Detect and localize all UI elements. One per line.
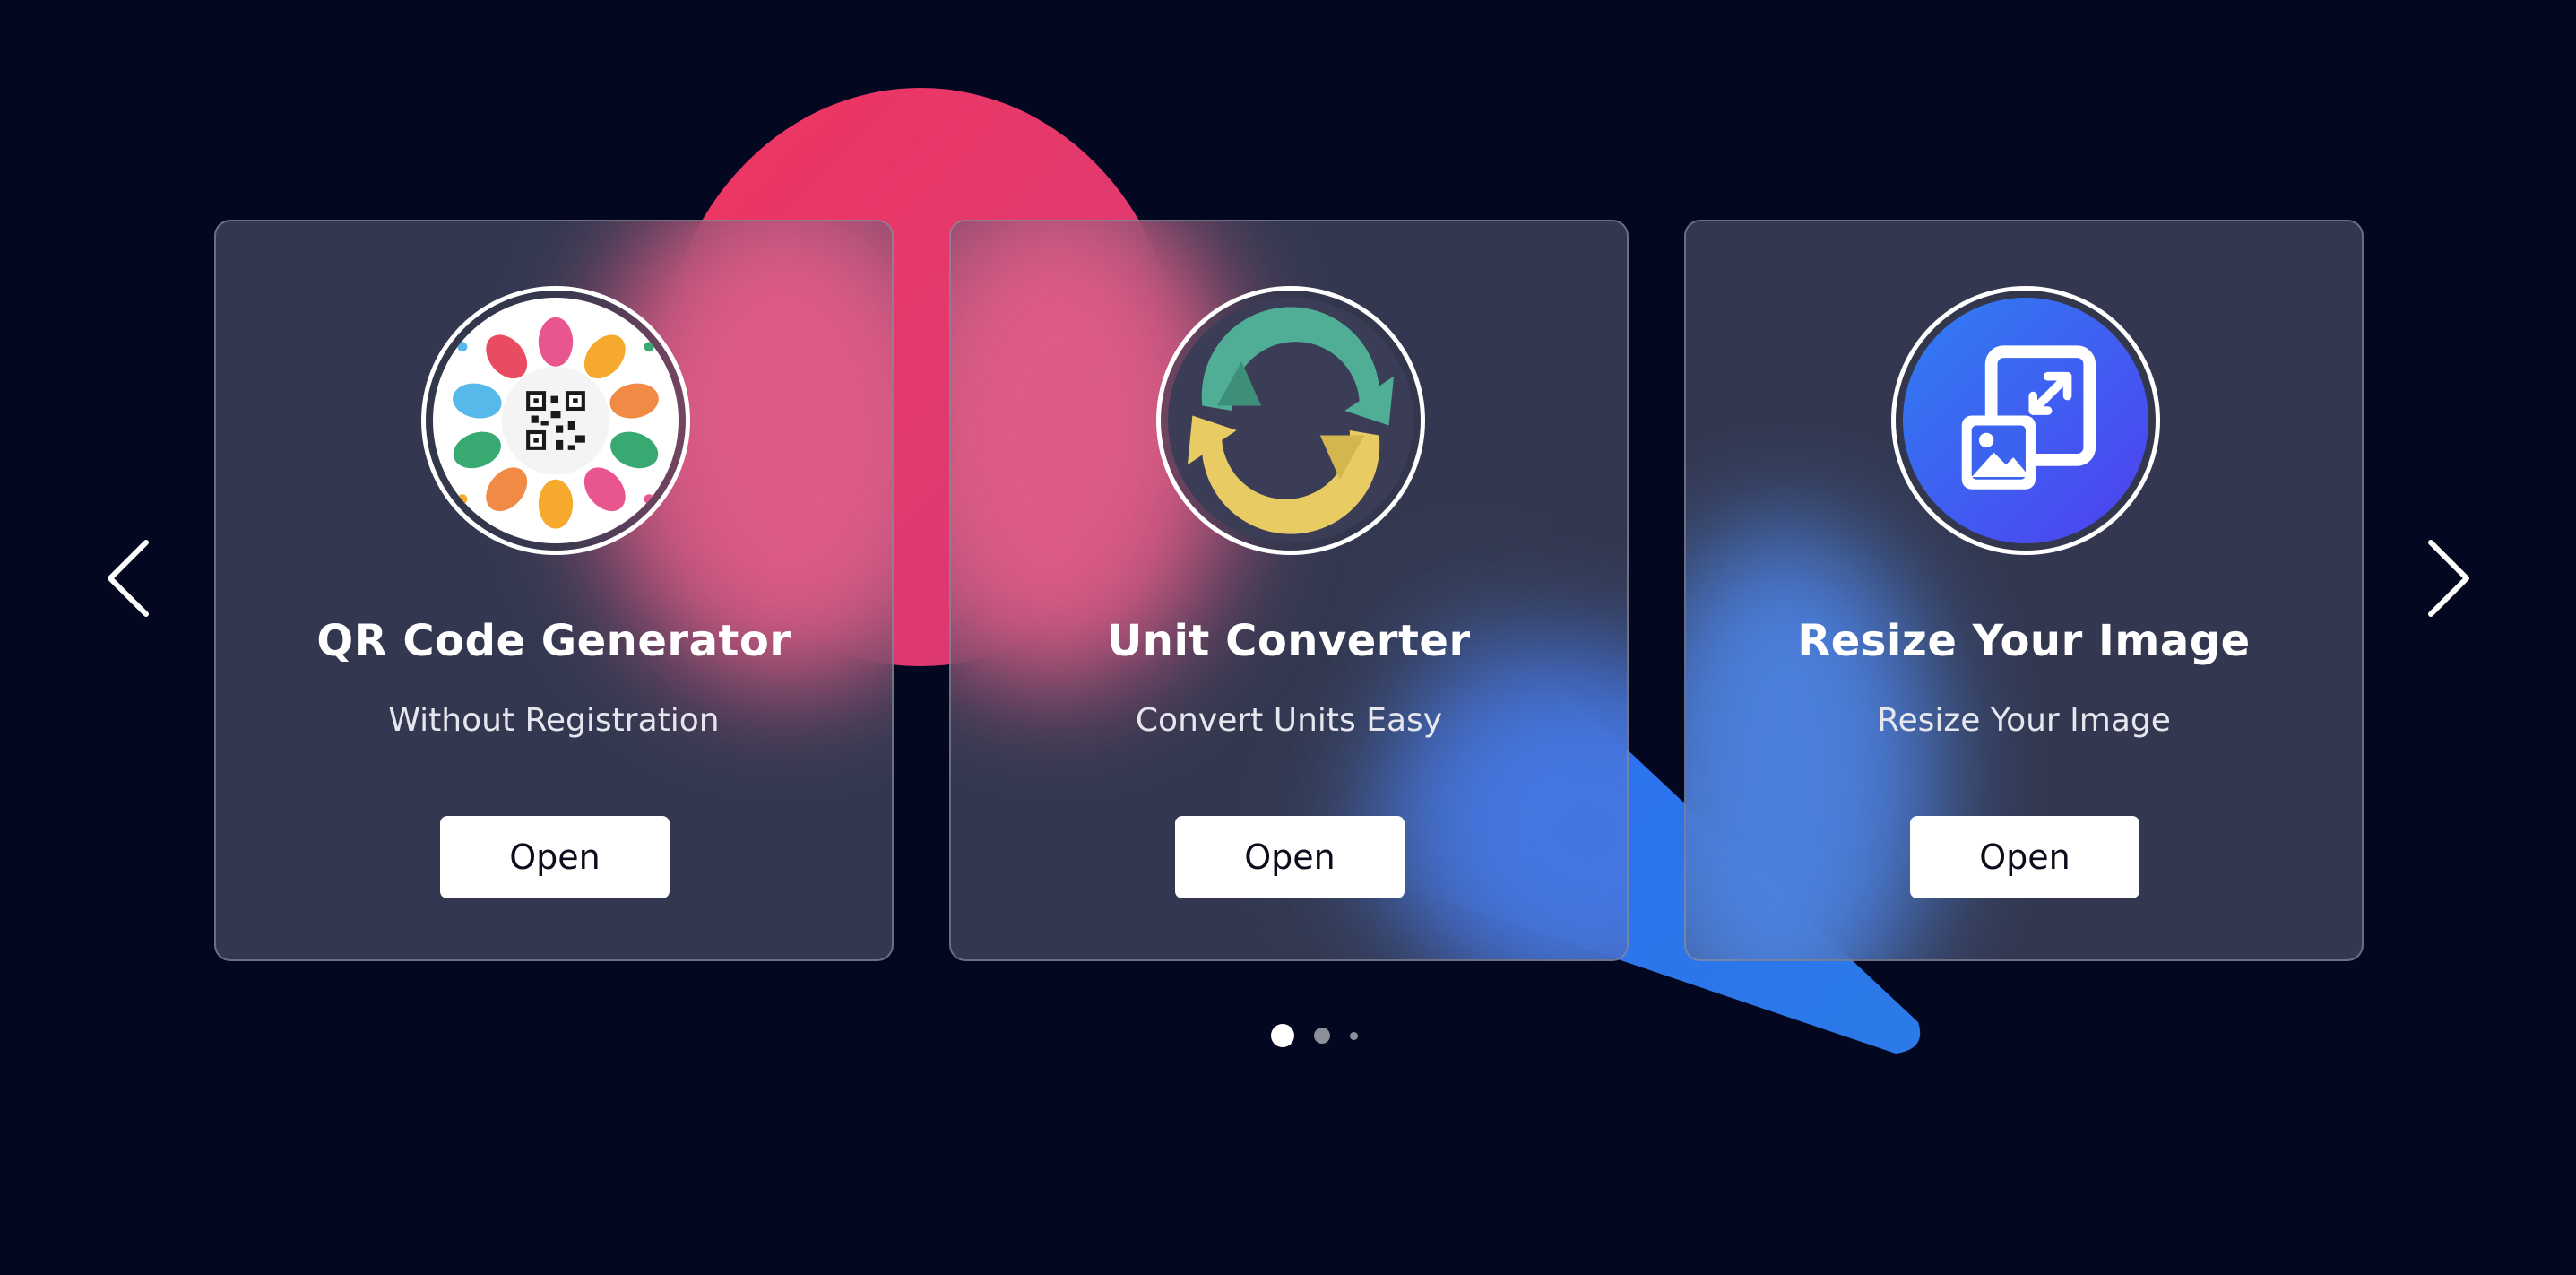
- tool-card-unit-converter: Unit Converter Convert Units Easy Open: [949, 220, 1629, 961]
- card-subtitle: Resize Your Image: [1877, 702, 2171, 739]
- chevron-right-icon[interactable]: [2420, 538, 2474, 619]
- tools-slider-section: QR Code Generator Without Registration O…: [0, 0, 2576, 1275]
- resize-image-icon: [1891, 286, 2160, 555]
- slider-pagination: [1271, 1022, 1358, 1049]
- card-subtitle: Without Registration: [388, 702, 720, 739]
- qr-code-icon: [421, 286, 690, 555]
- open-button-unit-converter[interactable]: Open: [1175, 816, 1405, 898]
- card-subtitle: Convert Units Easy: [1135, 702, 1443, 739]
- tool-card-qr-code: QR Code Generator Without Registration O…: [214, 220, 894, 961]
- converter-arrows-icon: [1156, 286, 1425, 555]
- pagination-dot-2[interactable]: [1314, 1028, 1330, 1044]
- card-title: Unit Converter: [1107, 616, 1471, 666]
- card-title: QR Code Generator: [316, 616, 791, 666]
- pagination-dot-1[interactable]: [1271, 1024, 1294, 1047]
- open-button-qr-code[interactable]: Open: [440, 816, 670, 898]
- open-button-resize-image[interactable]: Open: [1910, 816, 2139, 898]
- pagination-dot-3[interactable]: [1350, 1031, 1358, 1040]
- card-title: Resize Your Image: [1797, 616, 2251, 666]
- chevron-left-icon[interactable]: [103, 538, 157, 619]
- tool-card-resize-image: Resize Your Image Resize Your Image Open: [1684, 220, 2364, 961]
